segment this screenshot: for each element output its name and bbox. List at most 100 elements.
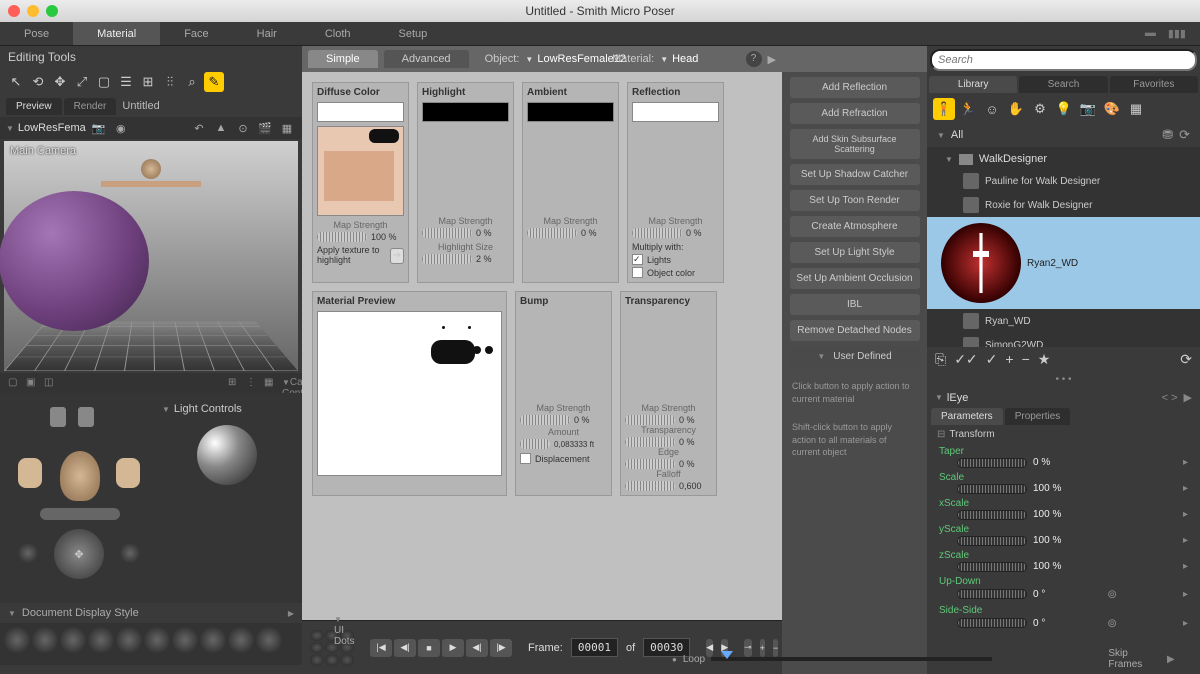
- keyframe-icon[interactable]: ⊚: [1107, 587, 1117, 601]
- tree-item-ryan2[interactable]: Ryan2_WD: [927, 217, 1200, 309]
- bump-strength-slider[interactable]: [520, 415, 570, 425]
- apply-texture-button[interactable]: ➔: [390, 248, 404, 264]
- render-icon[interactable]: ◉: [112, 120, 130, 136]
- diffuse-strength-slider[interactable]: [317, 232, 367, 242]
- param-group-transform[interactable]: Transform: [949, 429, 994, 440]
- move-tool[interactable]: ✥: [50, 72, 70, 92]
- falloff-slider[interactable]: [625, 481, 675, 491]
- trans-strength-slider[interactable]: [625, 415, 675, 425]
- lib-poses-icon[interactable]: 🏃: [957, 98, 979, 120]
- param-menu-icon[interactable]: ▸: [1183, 457, 1188, 468]
- tree-item-simon[interactable]: SimonG2WD: [927, 333, 1200, 347]
- lib-favorite-icon[interactable]: ★: [1038, 351, 1051, 368]
- param-slider-side-side[interactable]: [957, 618, 1027, 628]
- bump-amount-slider[interactable]: [520, 439, 550, 449]
- trans-slider[interactable]: [625, 437, 675, 447]
- tab-setup[interactable]: Setup: [375, 22, 452, 45]
- display-style-10[interactable]: [256, 627, 282, 653]
- settings-tool[interactable]: ⫶⫶: [160, 72, 180, 92]
- param-tab-properties[interactable]: Properties: [1005, 408, 1071, 425]
- lock-icon[interactable]: ↶: [190, 120, 208, 136]
- display-style-6[interactable]: [144, 627, 170, 653]
- display-style-1[interactable]: [4, 627, 30, 653]
- tab-hair[interactable]: Hair: [233, 22, 301, 45]
- viewport[interactable]: Main Camera: [4, 141, 298, 371]
- scale-tool[interactable]: ⤢: [72, 72, 92, 92]
- material-dropdown[interactable]: ▼Head: [660, 53, 698, 65]
- highlight-strength-slider[interactable]: [422, 228, 472, 238]
- film-icon[interactable]: ▦: [278, 120, 296, 136]
- render-tab[interactable]: Render: [64, 98, 117, 115]
- lib-refresh-icon[interactable]: ⟳: [1179, 127, 1190, 143]
- view-icon-1[interactable]: ▢: [8, 377, 20, 389]
- diffuse-swatch[interactable]: [317, 102, 404, 122]
- expand-icon[interactable]: ▶: [768, 53, 776, 66]
- param-menu-icon[interactable]: ▸: [1183, 561, 1188, 572]
- view-icon-4[interactable]: ⊞: [228, 377, 240, 389]
- param-slider-scale[interactable]: [957, 484, 1027, 494]
- rotate-tool[interactable]: ⟲: [28, 72, 48, 92]
- tab-pose[interactable]: Pose: [0, 22, 73, 45]
- action-ibl[interactable]: IBL: [790, 294, 920, 315]
- lib-hair-icon[interactable]: ✋: [1005, 98, 1027, 120]
- param-slider-up-down[interactable]: [957, 589, 1027, 599]
- action-user-defined[interactable]: ▼User Defined: [790, 346, 920, 367]
- edge-slider[interactable]: [625, 459, 675, 469]
- grid-tool[interactable]: ⊞: [138, 72, 158, 92]
- lib-drive-icon[interactable]: ⛃: [1162, 127, 1173, 143]
- multiply-objcolor-check[interactable]: [632, 267, 643, 278]
- lib-props-icon[interactable]: ⚙: [1029, 98, 1051, 120]
- tab-material[interactable]: Material: [73, 22, 160, 45]
- lib-faces-icon[interactable]: ☺: [981, 98, 1003, 120]
- simple-tab[interactable]: Simple: [308, 50, 378, 68]
- action-add-refraction[interactable]: Add Refraction: [790, 103, 920, 124]
- multiply-lights-check[interactable]: [632, 254, 643, 265]
- action-shadow-catcher[interactable]: Set Up Shadow Catcher: [790, 164, 920, 185]
- object-dropdown[interactable]: ▼LowResFemale12: [525, 53, 626, 65]
- lib-figures-icon[interactable]: 🧍: [933, 98, 955, 120]
- view-icon-6[interactable]: ▦: [264, 377, 276, 389]
- target-icon[interactable]: ⊙: [234, 120, 252, 136]
- display-style-4[interactable]: [88, 627, 114, 653]
- lib-cameras-icon[interactable]: 📷: [1077, 98, 1099, 120]
- lib-add-icon[interactable]: +: [1005, 351, 1013, 368]
- figure-dropdown-arrow[interactable]: ▼: [6, 124, 14, 133]
- display-style-3[interactable]: [60, 627, 86, 653]
- view-icon-5[interactable]: ⋮: [246, 377, 258, 389]
- param-tab-parameters[interactable]: Parameters: [931, 408, 1003, 425]
- library-search[interactable]: [930, 49, 1197, 71]
- chat-icon[interactable]: ▬: [1145, 27, 1156, 40]
- displacement-check[interactable]: [520, 453, 531, 464]
- tree-item-ryan[interactable]: Ryan_WD: [927, 309, 1200, 333]
- lib-lights-icon[interactable]: 💡: [1053, 98, 1075, 120]
- action-toon-render[interactable]: Set Up Toon Render: [790, 190, 920, 211]
- loop-slider[interactable]: [711, 657, 992, 661]
- action-ambient-occlusion[interactable]: Set Up Ambient Occlusion: [790, 268, 920, 289]
- lib-remove-icon[interactable]: −: [1022, 351, 1030, 368]
- action-remove-detached[interactable]: Remove Detached Nodes: [790, 320, 920, 341]
- preview-tab[interactable]: Preview: [6, 98, 62, 115]
- library-all[interactable]: All: [951, 129, 963, 141]
- param-menu-icon[interactable]: ▸: [1183, 589, 1188, 600]
- movie-icon[interactable]: 🎬: [256, 120, 274, 136]
- tab-face[interactable]: Face: [160, 22, 232, 45]
- reflection-strength-slider[interactable]: [632, 228, 682, 238]
- lib-new-folder-icon[interactable]: ⎘: [935, 351, 946, 368]
- tree-folder[interactable]: ▼WalkDesigner: [927, 149, 1200, 169]
- prev-frame-button[interactable]: ◀|: [394, 639, 416, 657]
- tree-item-roxie[interactable]: Roxie for Walk Designer: [927, 193, 1200, 217]
- display-style-7[interactable]: [172, 627, 198, 653]
- param-slider-xscale[interactable]: [957, 510, 1027, 520]
- highlight-swatch[interactable]: [422, 102, 509, 122]
- figure-dropdown[interactable]: LowResFema: [18, 122, 86, 134]
- light-control-sphere[interactable]: [197, 425, 257, 485]
- action-atmosphere[interactable]: Create Atmosphere: [790, 216, 920, 237]
- lib-materials-icon[interactable]: 🎨: [1101, 98, 1123, 120]
- zoom-tool[interactable]: ⌕: [182, 72, 202, 92]
- reflection-swatch[interactable]: [632, 102, 719, 122]
- lib-tab-library[interactable]: Library: [929, 76, 1017, 93]
- display-style-2[interactable]: [32, 627, 58, 653]
- frame-current[interactable]: 00001: [571, 638, 618, 657]
- display-style-5[interactable]: [116, 627, 142, 653]
- action-add-sss[interactable]: Add Skin Subsurface Scattering: [790, 129, 920, 159]
